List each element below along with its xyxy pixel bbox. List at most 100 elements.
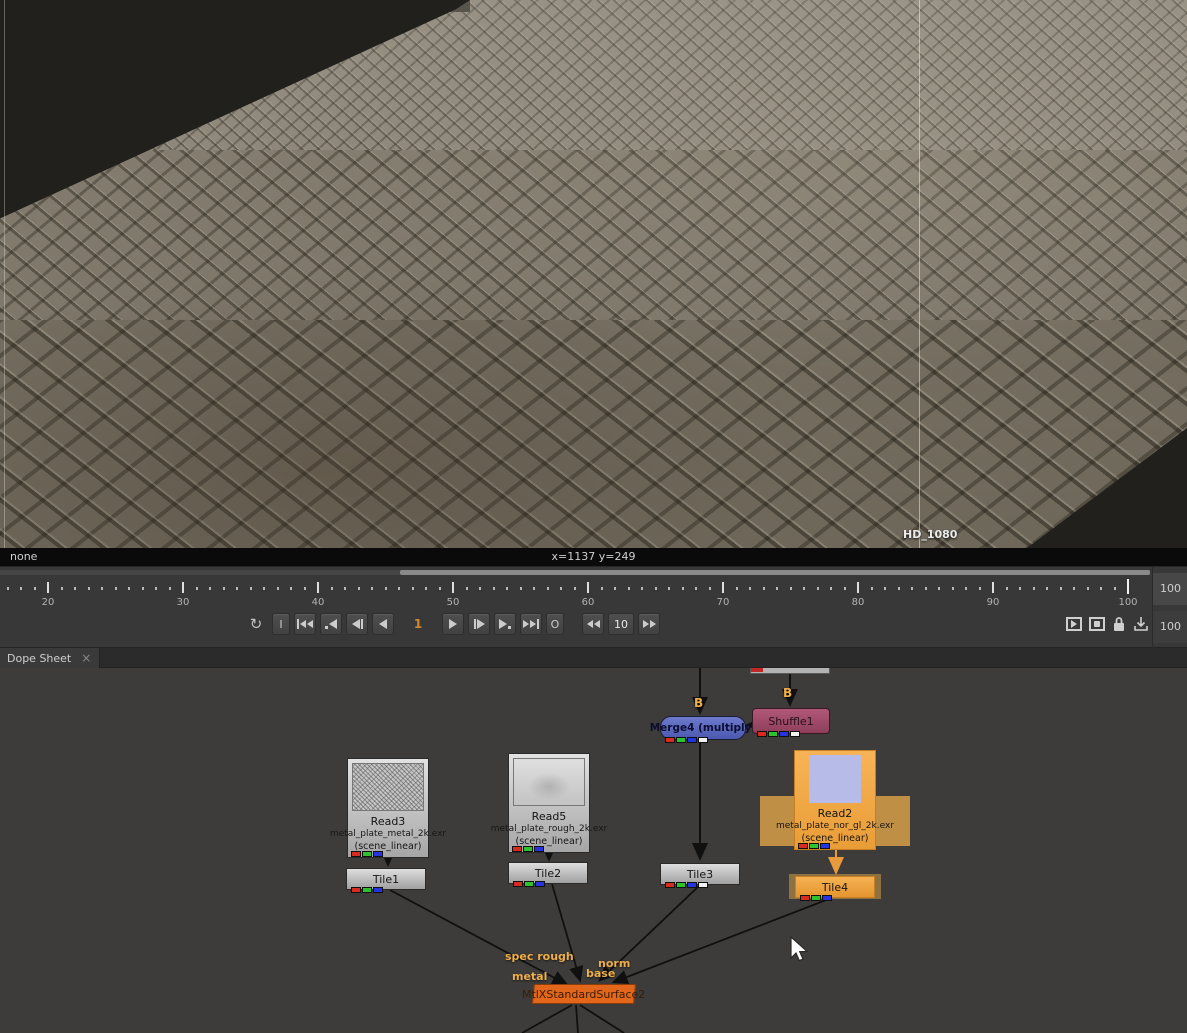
- flipbook-play-button[interactable]: [1066, 617, 1082, 631]
- ruler-tick: [344, 587, 346, 590]
- ruler-tick: [601, 587, 603, 590]
- ruler-tick: [898, 587, 900, 590]
- ruler-tick: [992, 582, 994, 593]
- step-back-button[interactable]: [346, 613, 368, 635]
- frame-offset-button[interactable]: O: [546, 613, 564, 635]
- go-to-end-button[interactable]: [520, 613, 542, 635]
- node-read3[interactable]: Read3 metal_plate_metal_2k.exr (scene_li…: [347, 758, 429, 858]
- ruler-tick: [763, 587, 765, 590]
- node-graph-panel[interactable]: B B Merge4 (multiply) Shuffle1 Read3 met…: [0, 668, 1187, 1033]
- ruler-frame-label: 50: [447, 597, 460, 608]
- viewer-3d-viewport[interactable]: HD_1080: [0, 0, 1187, 548]
- render-button[interactable]: [1089, 617, 1105, 631]
- keyframe-dot-icon: [508, 626, 511, 629]
- previous-keyframe-button[interactable]: [320, 613, 342, 635]
- ruler-tick: [74, 587, 76, 590]
- ruler-tick: [1033, 587, 1035, 590]
- ruler-frame-label: 70: [717, 597, 730, 608]
- node-read2[interactable]: Read2 metal_plate_nor_gl_2k.exr (scene_l…: [794, 750, 876, 850]
- lock-range-button[interactable]: [1112, 616, 1126, 632]
- ruler-tick: [452, 582, 454, 593]
- surface-input-metal-label: metal: [512, 970, 547, 983]
- ruler-tick: [938, 587, 940, 590]
- ruler-tick: [304, 587, 306, 590]
- ruler-tick: [371, 587, 373, 590]
- ruler-tick: [641, 587, 643, 590]
- tab-label: Dope Sheet: [0, 652, 71, 665]
- ruler-tick: [574, 587, 576, 590]
- node-label: Read2: [795, 807, 875, 820]
- ruler-tick: [142, 587, 144, 590]
- jump-back-increment-button[interactable]: [582, 613, 604, 635]
- play-backward-button[interactable]: [372, 613, 394, 635]
- node-shuffle1[interactable]: Shuffle1: [752, 708, 830, 734]
- export-range-button[interactable]: [1133, 616, 1149, 632]
- ruler-tick: [722, 582, 724, 593]
- step-forward-button[interactable]: [468, 613, 490, 635]
- set-in-point-button[interactable]: I: [272, 613, 290, 635]
- read5-filename: metal_plate_rough_2k.exr: [491, 824, 607, 834]
- ruler-tick: [1100, 587, 1102, 590]
- node-merge4[interactable]: Merge4 (multiply): [660, 716, 746, 740]
- mouse-cursor: [788, 936, 812, 964]
- ruler-tick: [493, 587, 495, 590]
- ruler-tick: [155, 587, 157, 590]
- ruler-tick: [223, 587, 225, 590]
- ruler-frame-label: 60: [582, 597, 595, 608]
- ruler-tick: [925, 587, 927, 590]
- tab-dope-sheet[interactable]: Dope Sheet ×: [0, 648, 100, 668]
- ruler-tick: [34, 587, 36, 590]
- keyframe-dot-icon: [325, 626, 328, 629]
- ruler-tick: [47, 582, 49, 593]
- timeline-ruler[interactable]: 2030405060708090100: [0, 577, 1150, 611]
- jump-forward-increment-button[interactable]: [638, 613, 660, 635]
- node-label: Tile1: [373, 873, 399, 886]
- timeline-scrollbar-handle[interactable]: [400, 570, 1150, 575]
- ruler-tick: [101, 587, 103, 590]
- ruler-tick: [1046, 587, 1048, 590]
- play-forward-button[interactable]: [442, 613, 464, 635]
- ruler-tick: [1127, 579, 1129, 594]
- ruler-tick: [1019, 587, 1021, 590]
- channel-chips: [665, 882, 708, 888]
- node-label: Read3: [348, 815, 428, 828]
- node-tile3[interactable]: Tile3: [660, 863, 740, 885]
- ruler-tick: [668, 587, 670, 590]
- ruler-tick: [61, 587, 63, 590]
- ruler-tick: [871, 587, 873, 590]
- node-tile1[interactable]: Tile1: [346, 868, 426, 890]
- global-range-field[interactable]: 100: [1153, 573, 1187, 605]
- frame-increment-field[interactable]: 10: [608, 613, 634, 635]
- current-frame-field[interactable]: 1: [398, 617, 438, 631]
- node-tile2[interactable]: Tile2: [508, 862, 588, 884]
- node-partial-top[interactable]: [750, 668, 830, 674]
- node-tile4[interactable]: Tile4: [795, 876, 875, 898]
- channel-chips: [351, 851, 383, 857]
- ruler-tick: [520, 587, 522, 590]
- bottom-panel-tab-bar: Dope Sheet ×: [0, 648, 1187, 668]
- go-to-start-button[interactable]: [294, 613, 316, 635]
- playback-mode-loop-icon[interactable]: ↻: [244, 615, 268, 633]
- ruler-tick: [425, 587, 427, 590]
- ruler-tick: [965, 587, 967, 590]
- playback-range-field[interactable]: 100: [1153, 611, 1187, 643]
- ruler-frame-label: 40: [312, 597, 325, 608]
- timeline-scrollbar[interactable]: [0, 570, 1150, 575]
- ruler-tick: [236, 587, 238, 590]
- ruler-tick: [1073, 587, 1075, 590]
- close-icon[interactable]: ×: [81, 651, 91, 665]
- skip-start-icon: [297, 619, 299, 629]
- format-label: HD_1080: [903, 528, 957, 541]
- node-read5[interactable]: Read5 metal_plate_rough_2k.exr (scene_li…: [508, 753, 590, 853]
- nuke-window: HD_1080 none x=1137 y=249 20304050607080…: [0, 0, 1187, 1033]
- next-keyframe-button[interactable]: [494, 613, 516, 635]
- ruler-tick: [547, 587, 549, 590]
- ruler-tick: [263, 587, 265, 590]
- node-label: Shuffle1: [768, 715, 813, 728]
- ruler-tick: [506, 587, 508, 590]
- ruler-tick: [709, 587, 711, 590]
- transport-controls: ↻ I 1 O 10: [244, 613, 660, 635]
- node-label: Read5: [509, 810, 589, 823]
- read2-filename: metal_plate_nor_gl_2k.exr: [776, 821, 894, 831]
- node-mtlx-standard-surface2[interactable]: MtlXStandardSurface2: [532, 984, 636, 1004]
